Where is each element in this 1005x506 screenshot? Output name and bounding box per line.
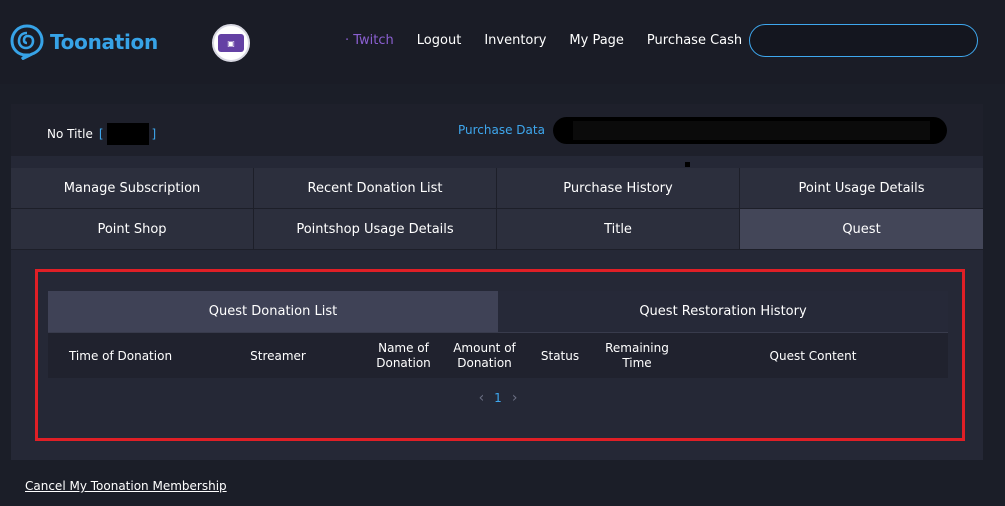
- avatar[interactable]: ▣: [212, 24, 250, 62]
- tab-row-2: Point Shop Pointshop Usage Details Title…: [11, 209, 983, 250]
- tab-recent-donation-list[interactable]: Recent Donation List: [254, 168, 497, 209]
- purchase-data-label: Purchase Data: [458, 123, 545, 137]
- col-status: Status: [540, 348, 580, 363]
- top-nav: · Twitch Logout Inventory My Page Purcha…: [345, 33, 765, 48]
- tab-quest[interactable]: Quest: [740, 209, 983, 250]
- account-panel: No Title [ ] Purchase Data Manage Subscr…: [11, 104, 983, 460]
- top-header: Toonation ▣ · Twitch Logout Inventory My…: [0, 0, 1005, 84]
- col-quest-content: Quest Content: [769, 348, 857, 363]
- tab-point-usage-details[interactable]: Point Usage Details: [740, 168, 983, 209]
- chevron-right-icon[interactable]: ›: [512, 390, 518, 406]
- user-title: No Title [ ]: [47, 123, 156, 145]
- toonation-logo-icon: [10, 24, 44, 60]
- tab-point-shop[interactable]: Point Shop: [11, 209, 254, 250]
- bracket-close: ]: [151, 127, 157, 141]
- search-input[interactable]: [749, 24, 978, 57]
- nav-purchase-cash[interactable]: Purchase Cash: [647, 33, 742, 48]
- twitch-logo-icon: ▣: [218, 34, 244, 52]
- tab-pointshop-usage-details[interactable]: Pointshop Usage Details: [254, 209, 497, 250]
- divider-dot: [685, 162, 690, 167]
- col-amount-of-donation: Amount of Donation: [453, 341, 516, 370]
- col-name-of-donation: Name of Donation: [376, 341, 431, 370]
- tab-row-1: Manage Subscription Recent Donation List…: [11, 168, 983, 209]
- redacted-name: [106, 123, 149, 145]
- nav-my-page[interactable]: My Page: [569, 33, 624, 48]
- quest-table-header: Time of Donation Streamer Name of Donati…: [48, 332, 948, 378]
- quest-subtabs: Quest Donation List Quest Restoration Hi…: [48, 291, 948, 332]
- col-streamer: Streamer: [250, 348, 306, 363]
- chevron-left-icon[interactable]: ‹: [479, 390, 485, 406]
- tab-title[interactable]: Title: [497, 209, 740, 250]
- col-remaining-time: Remaining Time: [605, 341, 669, 370]
- quest-section: Quest Donation List Quest Restoration Hi…: [35, 269, 965, 441]
- subtab-quest-restoration-history[interactable]: Quest Restoration History: [498, 291, 948, 332]
- brand-name: Toonation: [50, 30, 158, 54]
- col-time-of-donation: Time of Donation: [68, 348, 173, 363]
- page-number[interactable]: 1: [494, 391, 502, 405]
- cancel-membership-link[interactable]: Cancel My Toonation Membership: [25, 479, 227, 493]
- no-title-label: No Title: [47, 127, 93, 141]
- bracket-open: [: [98, 127, 104, 141]
- title-bar: No Title [ ] Purchase Data: [11, 104, 983, 156]
- nav-logout[interactable]: Logout: [417, 33, 462, 48]
- account-tabs: Manage Subscription Recent Donation List…: [11, 168, 983, 250]
- brand-logo[interactable]: Toonation: [10, 24, 158, 60]
- subtab-quest-donation-list[interactable]: Quest Donation List: [48, 291, 498, 332]
- pagination: ‹ 1 ›: [48, 390, 948, 406]
- purchase-data-bar: [553, 117, 947, 144]
- nav-twitch[interactable]: · Twitch: [345, 33, 394, 48]
- tab-purchase-history[interactable]: Purchase History: [497, 168, 740, 209]
- tab-manage-subscription[interactable]: Manage Subscription: [11, 168, 254, 209]
- redacted-purchase-data: [573, 121, 930, 140]
- nav-inventory[interactable]: Inventory: [484, 33, 546, 48]
